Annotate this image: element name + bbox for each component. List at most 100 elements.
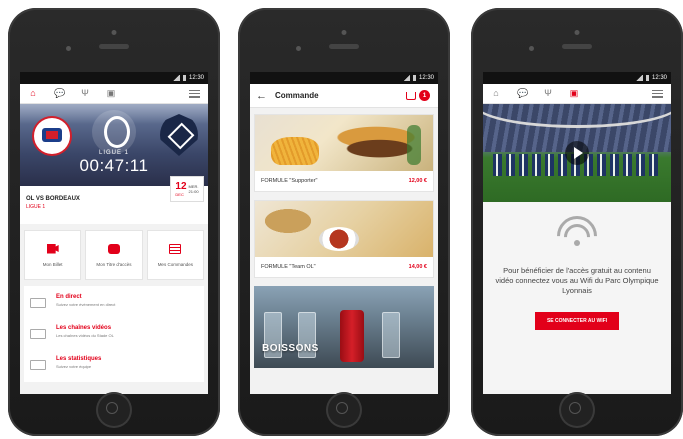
tile-my-ticket[interactable]: Mon Billet bbox=[24, 230, 82, 280]
match-league: LIGUE 1 bbox=[26, 204, 46, 210]
phone-order: 12:30 ← Commande 1 FORMULE "Supporter" 1… bbox=[238, 8, 450, 436]
item-price: 12,00 € bbox=[408, 178, 427, 184]
play-icon[interactable] bbox=[565, 141, 589, 165]
tile-access-pass[interactable]: Mon Titre d'accès bbox=[85, 230, 143, 280]
feed-item-video-channels[interactable]: Les chaînes vidéos Les chaînes vidéos du… bbox=[30, 321, 198, 352]
train-icon bbox=[107, 243, 120, 254]
cart-icon bbox=[406, 91, 416, 100]
camera bbox=[574, 30, 580, 35]
tile-label: Mes Commandes bbox=[157, 261, 193, 267]
menu-list: FORMULE "Supporter" 12,00 € FORMULE "Tea… bbox=[250, 108, 438, 368]
tile-my-orders[interactable]: Mes Commandes bbox=[146, 230, 204, 280]
status-time: 12:30 bbox=[188, 75, 204, 81]
chat-icon[interactable]: 💬 bbox=[517, 89, 528, 98]
menu-item-supporter[interactable]: FORMULE "Supporter" 12,00 € bbox=[254, 114, 434, 192]
signal-icon bbox=[635, 75, 643, 81]
item-name: FORMULE "Team OL" bbox=[261, 264, 316, 270]
screen-order: 12:30 ← Commande 1 FORMULE "Supporter" 1… bbox=[250, 72, 438, 394]
soda-can bbox=[340, 310, 364, 362]
ligue1-logo bbox=[92, 110, 136, 154]
match-timer: 00:47:11 bbox=[79, 156, 149, 175]
signal-icon bbox=[172, 75, 180, 81]
status-bar: 12:30 bbox=[20, 72, 208, 84]
burger-photo bbox=[255, 115, 433, 171]
camera bbox=[341, 30, 347, 35]
match-hero[interactable]: LIGUE 1 00:47:11 bbox=[20, 104, 208, 186]
drinks-category[interactable]: BOISSONS bbox=[254, 286, 434, 368]
food-icon[interactable]: Ψ bbox=[543, 89, 553, 98]
quick-tiles: Mon Billet Mon Titre d'accès Mes Command… bbox=[20, 224, 208, 280]
item-name: FORMULE "Supporter" bbox=[261, 178, 318, 184]
date-day: 12 bbox=[175, 180, 187, 192]
menu-icon[interactable] bbox=[189, 89, 200, 98]
home-button[interactable] bbox=[326, 392, 362, 428]
video-icon[interactable]: ▣ bbox=[106, 89, 116, 98]
top-nav: ⌂ 💬 Ψ ▣ bbox=[20, 84, 208, 104]
menu-icon[interactable] bbox=[652, 89, 663, 98]
feed-subtitle: Suivez votre évènement en direct bbox=[56, 302, 116, 307]
wifi-panel: Pour bénéficier de l'accès gratuit au co… bbox=[483, 202, 671, 390]
status-time: 12:30 bbox=[651, 75, 667, 81]
sensor bbox=[529, 46, 534, 51]
tile-label: Mon Titre d'accès bbox=[96, 261, 132, 267]
olympique-lyonnais-crest bbox=[34, 118, 70, 154]
tv-icon bbox=[30, 329, 46, 339]
cart-button[interactable]: 1 bbox=[406, 90, 430, 101]
home-button[interactable] bbox=[559, 392, 595, 428]
food-icon[interactable]: Ψ bbox=[80, 89, 90, 98]
drinks-label: BOISSONS bbox=[262, 343, 319, 354]
page-title: Commande bbox=[275, 91, 319, 100]
screen-wifi: 12:30 ⌂ 💬 Ψ ▣ Pour bénéficier de l'accès… bbox=[483, 72, 671, 394]
feed-subtitle: Les chaînes vidéos du Stade OL bbox=[56, 333, 114, 338]
battery-icon bbox=[182, 75, 186, 81]
date-time: 21:00 bbox=[188, 189, 199, 194]
video-icon[interactable]: ▣ bbox=[569, 89, 579, 98]
phone-wifi: 12:30 ⌂ 💬 Ψ ▣ Pour bénéficier de l'accès… bbox=[471, 8, 683, 436]
brunch-photo bbox=[255, 201, 433, 257]
stage: 12:30 ⌂ 💬 Ψ ▣ LIGUE 1 00:47:11 OL VS BOR… bbox=[0, 0, 683, 439]
bordeaux-crest bbox=[160, 114, 198, 156]
glass bbox=[382, 312, 400, 358]
phone-home: 12:30 ⌂ 💬 Ψ ▣ LIGUE 1 00:47:11 OL VS BOR… bbox=[8, 8, 220, 436]
feed-subtitle: Suivez votre équipe bbox=[56, 364, 92, 369]
cart-badge: 1 bbox=[419, 90, 430, 101]
list-icon bbox=[169, 243, 182, 254]
stats-icon bbox=[30, 360, 46, 370]
feed-item-live[interactable]: En direct Suivez votre évènement en dire… bbox=[30, 290, 198, 321]
feed-list: En direct Suivez votre évènement en dire… bbox=[24, 286, 204, 382]
home-icon[interactable]: ⌂ bbox=[491, 89, 501, 98]
speaker bbox=[562, 44, 592, 49]
chat-icon[interactable]: 💬 bbox=[54, 89, 65, 98]
status-bar: 12:30 bbox=[483, 72, 671, 84]
sensor bbox=[296, 46, 301, 51]
match-info[interactable]: OL VS BORDEAUX LIGUE 1 12 DEC MER. 21:00 bbox=[20, 176, 208, 224]
date-month: DEC bbox=[175, 191, 184, 197]
video-preview[interactable] bbox=[483, 104, 671, 202]
home-button[interactable] bbox=[96, 392, 132, 428]
tile-label: Mon Billet bbox=[42, 261, 63, 267]
speaker bbox=[99, 44, 129, 49]
ticket-icon bbox=[46, 243, 59, 254]
status-time: 12:30 bbox=[418, 75, 434, 81]
signal-icon bbox=[402, 75, 410, 81]
feed-title: En direct bbox=[56, 294, 82, 300]
order-header: ← Commande 1 bbox=[250, 84, 438, 108]
match-date: 12 DEC MER. 21:00 bbox=[170, 176, 204, 202]
sensor bbox=[66, 46, 71, 51]
screen-home: 12:30 ⌂ 💬 Ψ ▣ LIGUE 1 00:47:11 OL VS BOR… bbox=[20, 72, 208, 394]
feed-title: Les chaînes vidéos bbox=[56, 325, 112, 331]
camera bbox=[111, 30, 117, 35]
live-icon bbox=[30, 298, 46, 308]
battery-icon bbox=[645, 75, 649, 81]
connect-wifi-button[interactable]: SE CONNECTER AU WIFI bbox=[534, 312, 620, 330]
feed-item-stats[interactable]: Les statistiques Suivez votre équipe bbox=[30, 352, 198, 383]
home-icon[interactable]: ⌂ bbox=[28, 89, 38, 98]
wifi-message: Pour bénéficier de l'accès gratuit au co… bbox=[495, 266, 659, 295]
top-nav: ⌂ 💬 Ψ ▣ bbox=[483, 84, 671, 104]
item-price: 14,00 € bbox=[408, 264, 427, 270]
menu-item-team-ol[interactable]: FORMULE "Team OL" 14,00 € bbox=[254, 200, 434, 278]
battery-icon bbox=[412, 75, 416, 81]
back-arrow-icon[interactable]: ← bbox=[256, 90, 267, 102]
speaker bbox=[329, 44, 359, 49]
status-bar: 12:30 bbox=[250, 72, 438, 84]
